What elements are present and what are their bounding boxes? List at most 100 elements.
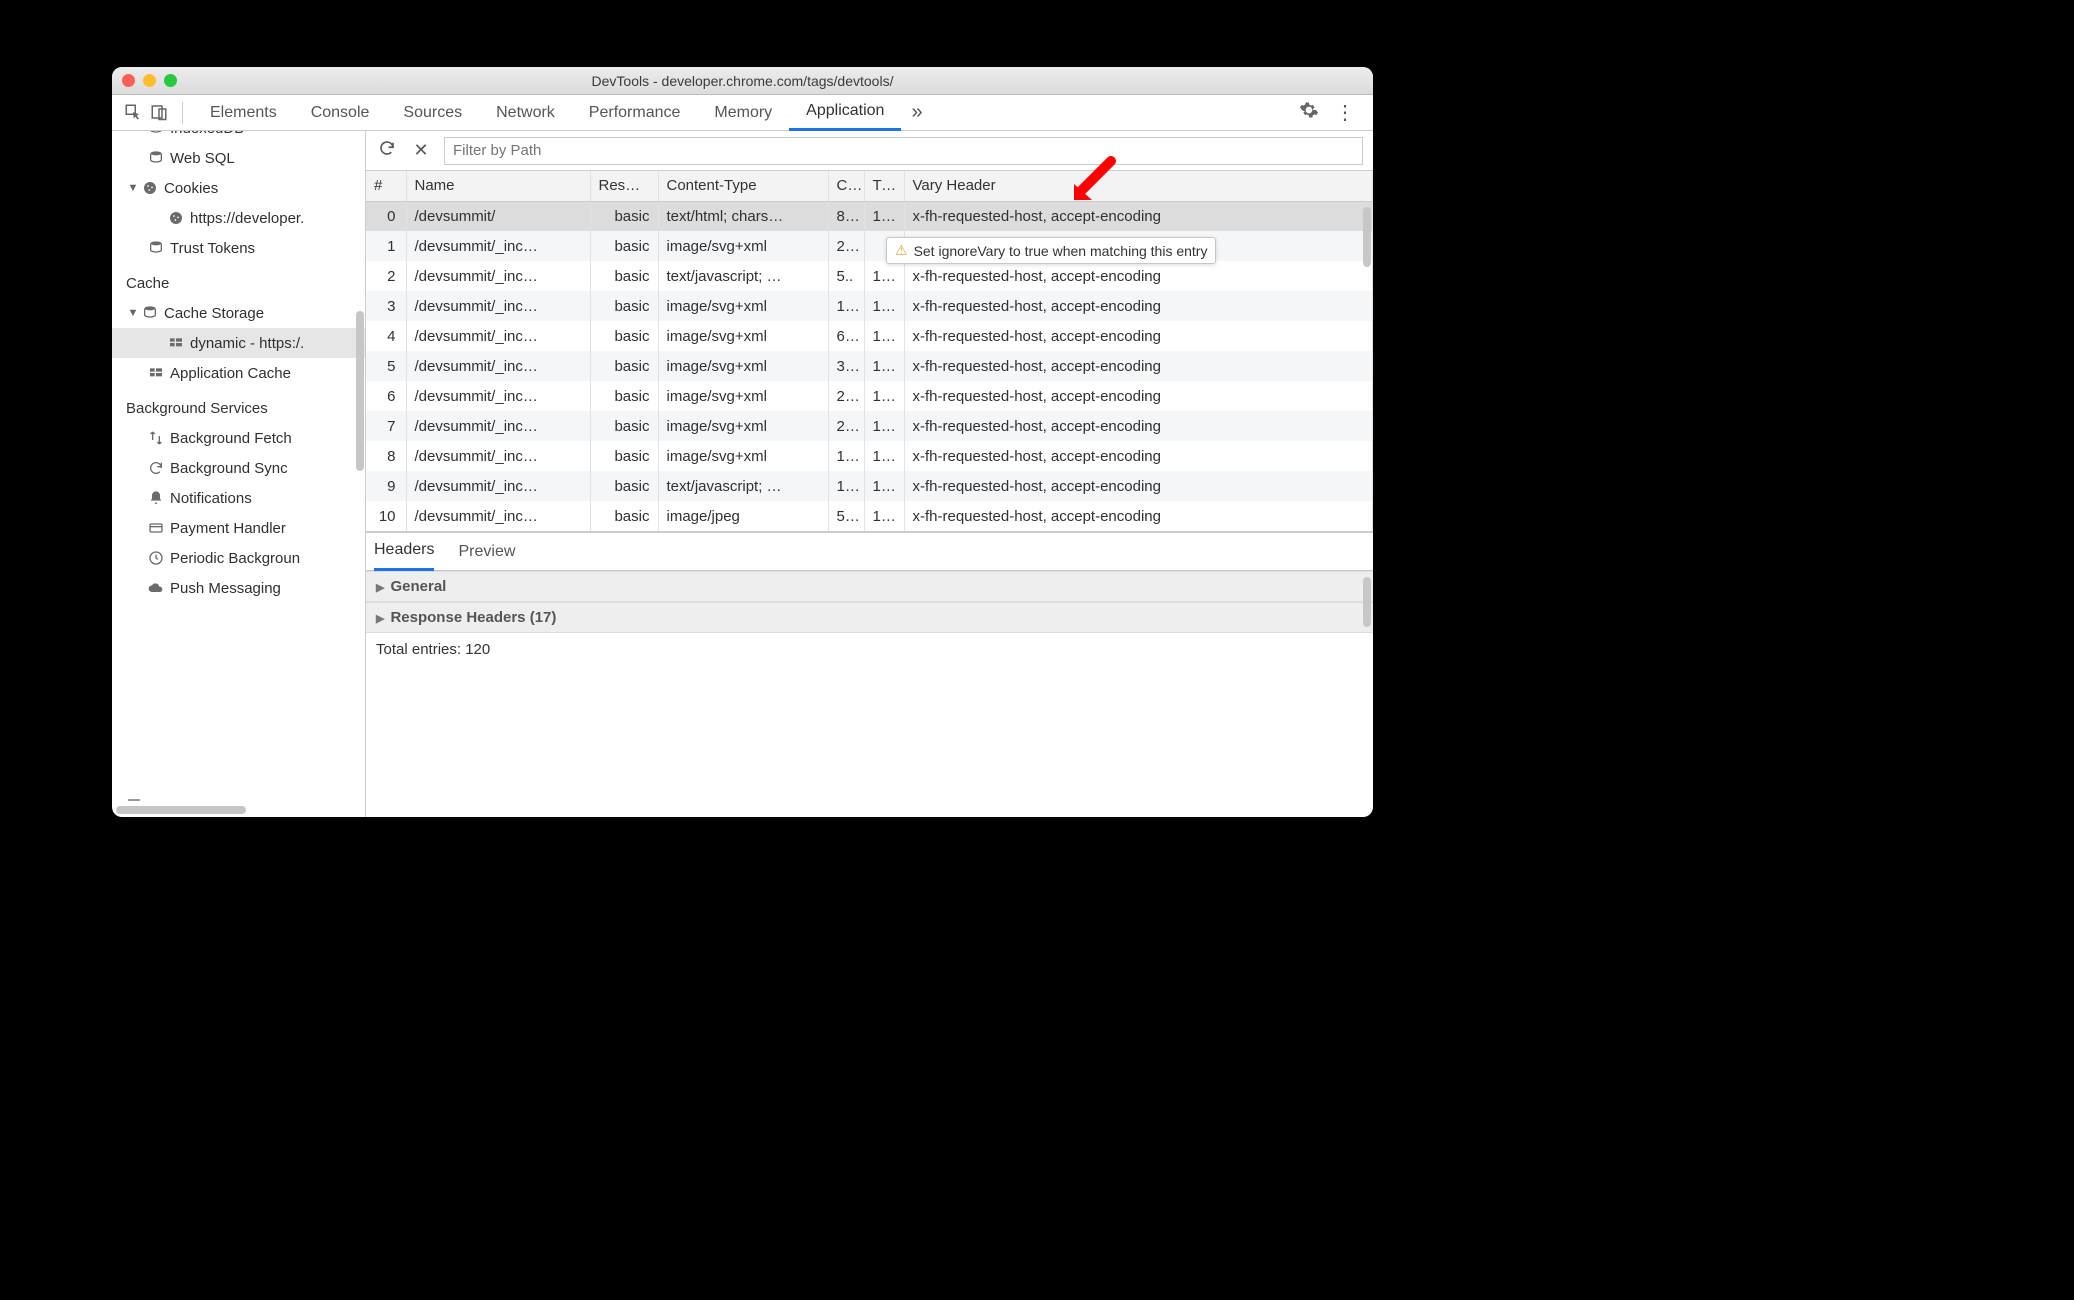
sidebar-item-indexeddb[interactable]: IndexedDB bbox=[112, 131, 365, 143]
sidebar-item-trust-tokens[interactable]: Trust Tokens bbox=[112, 233, 365, 263]
tab-elements[interactable]: Elements bbox=[193, 95, 294, 131]
sidebar-label: dynamic - https:/. bbox=[190, 335, 304, 352]
inspect-element-icon[interactable] bbox=[120, 103, 146, 121]
sidebar-item-websql[interactable]: Web SQL bbox=[112, 143, 365, 173]
cell-tc: 1… bbox=[864, 321, 904, 351]
cell-tc: 1… bbox=[864, 261, 904, 291]
tab-preview-detail[interactable]: Preview bbox=[458, 533, 515, 571]
clear-button[interactable]: ✕ bbox=[410, 140, 432, 161]
cell-ct: image/svg+xml bbox=[658, 231, 828, 261]
table-row[interactable]: 10/devsummit/_inc…basicimage/jpeg5…1…x-f… bbox=[366, 501, 1373, 531]
cell-res: basic bbox=[590, 321, 658, 351]
sidebar-item-cookie-origin[interactable]: https://developer. bbox=[112, 203, 365, 233]
cell-ct: image/svg+xml bbox=[658, 411, 828, 441]
sidebar-item-bg-fetch[interactable]: Background Fetch bbox=[112, 423, 365, 453]
tab-headers-detail[interactable]: Headers bbox=[374, 533, 434, 571]
cell-idx: 1 bbox=[366, 231, 406, 261]
cookie-icon bbox=[166, 210, 186, 226]
zoom-window-button[interactable] bbox=[164, 74, 177, 87]
cell-vh: x-fh-requested-host, accept-encoding bbox=[904, 201, 1373, 231]
sidebar-item-app-cache[interactable]: Application Cache bbox=[112, 358, 365, 388]
table-row[interactable]: 6/devsummit/_inc…basicimage/svg+xml2…1…x… bbox=[366, 381, 1373, 411]
cell-ct: image/svg+xml bbox=[658, 321, 828, 351]
table-scrollbar-vertical[interactable] bbox=[1363, 207, 1371, 267]
table-row[interactable]: 8/devsummit/_inc…basicimage/svg+xml1…1…x… bbox=[366, 441, 1373, 471]
minimize-window-button[interactable] bbox=[143, 74, 156, 87]
database-icon bbox=[146, 131, 166, 136]
more-menu-icon[interactable]: ⋮ bbox=[1329, 100, 1365, 125]
cell-ct: image/svg+xml bbox=[658, 441, 828, 471]
cell-cl: 5… bbox=[828, 501, 864, 531]
col-index[interactable]: # bbox=[366, 171, 406, 201]
cell-tc: 1… bbox=[864, 351, 904, 381]
table-row[interactable]: 4/devsummit/_inc…basicimage/svg+xml6…1…x… bbox=[366, 321, 1373, 351]
sidebar-item-periodic[interactable]: Periodic Backgroun bbox=[112, 543, 365, 573]
refresh-button[interactable] bbox=[376, 139, 398, 162]
cell-cl: 2… bbox=[828, 231, 864, 261]
entry-detail-pane: Headers Preview ▶General ▶Response Heade… bbox=[366, 532, 1373, 817]
cell-tc: 1… bbox=[864, 471, 904, 501]
col-name[interactable]: Name bbox=[406, 171, 590, 201]
close-window-button[interactable] bbox=[122, 74, 135, 87]
cell-res: basic bbox=[590, 231, 658, 261]
cell-idx: 2 bbox=[366, 261, 406, 291]
table-row[interactable]: 1/devsummit/_inc…basicimage/svg+xml2… bbox=[366, 231, 1373, 261]
tab-application[interactable]: Application bbox=[789, 95, 901, 131]
sidebar-item-cookies[interactable]: ▼ Cookies bbox=[112, 173, 365, 203]
cell-idx: 8 bbox=[366, 441, 406, 471]
cell-tc: 1… bbox=[864, 411, 904, 441]
col-time-cached[interactable]: Ti… bbox=[864, 171, 904, 201]
tab-sources[interactable]: Sources bbox=[386, 95, 479, 131]
table-row[interactable]: 5/devsummit/_inc…basicimage/svg+xml3…1…x… bbox=[366, 351, 1373, 381]
cell-name: /devsummit/_inc… bbox=[406, 441, 590, 471]
cache-table: # Name Res… Content-Type C.. Ti… Vary He… bbox=[366, 171, 1373, 532]
tab-overflow-button[interactable]: » bbox=[901, 101, 932, 124]
sidebar-label: Notifications bbox=[170, 490, 252, 507]
table-row[interactable]: 2/devsummit/_inc…basictext/javascript; …… bbox=[366, 261, 1373, 291]
section-general[interactable]: ▶General bbox=[366, 571, 1373, 602]
cell-vh: x-fh-requested-host, accept-encoding bbox=[904, 291, 1373, 321]
col-response[interactable]: Res… bbox=[590, 171, 658, 201]
table-row[interactable]: 3/devsummit/_inc…basicimage/svg+xml1…1…x… bbox=[366, 291, 1373, 321]
sidebar-label: Periodic Backgroun bbox=[170, 550, 300, 567]
table-row[interactable]: 0/devsummit/basictext/html; chars…8…1…x-… bbox=[366, 201, 1373, 231]
chevron-down-icon: ▼ bbox=[126, 182, 140, 194]
device-toggle-icon[interactable] bbox=[146, 103, 172, 121]
sidebar-label: Background Sync bbox=[170, 460, 288, 477]
sidebar-scrollbar-vertical[interactable] bbox=[356, 311, 364, 471]
col-content-length[interactable]: C.. bbox=[828, 171, 864, 201]
cell-res: basic bbox=[590, 441, 658, 471]
cell-idx: 6 bbox=[366, 381, 406, 411]
tab-memory[interactable]: Memory bbox=[697, 95, 789, 131]
section-response-headers[interactable]: ▶Response Headers (17) bbox=[366, 602, 1373, 633]
col-vary-header[interactable]: Vary Header bbox=[904, 171, 1373, 201]
cell-idx: 9 bbox=[366, 471, 406, 501]
tab-performance[interactable]: Performance bbox=[572, 95, 698, 131]
detail-scrollbar-vertical[interactable] bbox=[1363, 577, 1371, 627]
sidebar-resize-handle[interactable] bbox=[128, 799, 140, 801]
sidebar-item-cache-entry[interactable]: dynamic - https:/. bbox=[112, 328, 365, 358]
cell-res: basic bbox=[590, 411, 658, 441]
sidebar-item-cache-storage[interactable]: ▼ Cache Storage bbox=[112, 298, 365, 328]
tab-network[interactable]: Network bbox=[479, 95, 572, 131]
sidebar-item-push[interactable]: Push Messaging bbox=[112, 573, 365, 603]
col-content-type[interactable]: Content-Type bbox=[658, 171, 828, 201]
sidebar-item-payment[interactable]: Payment Handler bbox=[112, 513, 365, 543]
sidebar-scrollbar-horizontal[interactable] bbox=[116, 806, 246, 814]
cell-tc: 1… bbox=[864, 441, 904, 471]
sidebar-item-bg-sync[interactable]: Background Sync bbox=[112, 453, 365, 483]
card-icon bbox=[146, 520, 166, 536]
cell-idx: 10 bbox=[366, 501, 406, 531]
cell-vh: x-fh-requested-host, accept-encoding bbox=[904, 261, 1373, 291]
tab-console[interactable]: Console bbox=[294, 95, 387, 131]
cache-toolbar: ✕ bbox=[366, 131, 1373, 171]
sidebar-item-notifications[interactable]: Notifications bbox=[112, 483, 365, 513]
table-row[interactable]: 9/devsummit/_inc…basictext/javascript; …… bbox=[366, 471, 1373, 501]
settings-gear-icon[interactable] bbox=[1289, 100, 1329, 125]
filter-path-input[interactable] bbox=[444, 137, 1363, 165]
cell-idx: 7 bbox=[366, 411, 406, 441]
cell-name: /devsummit/_inc… bbox=[406, 291, 590, 321]
cell-cl: 1… bbox=[828, 471, 864, 501]
cell-cl: 5.. bbox=[828, 261, 864, 291]
table-row[interactable]: 7/devsummit/_inc…basicimage/svg+xml2…1…x… bbox=[366, 411, 1373, 441]
